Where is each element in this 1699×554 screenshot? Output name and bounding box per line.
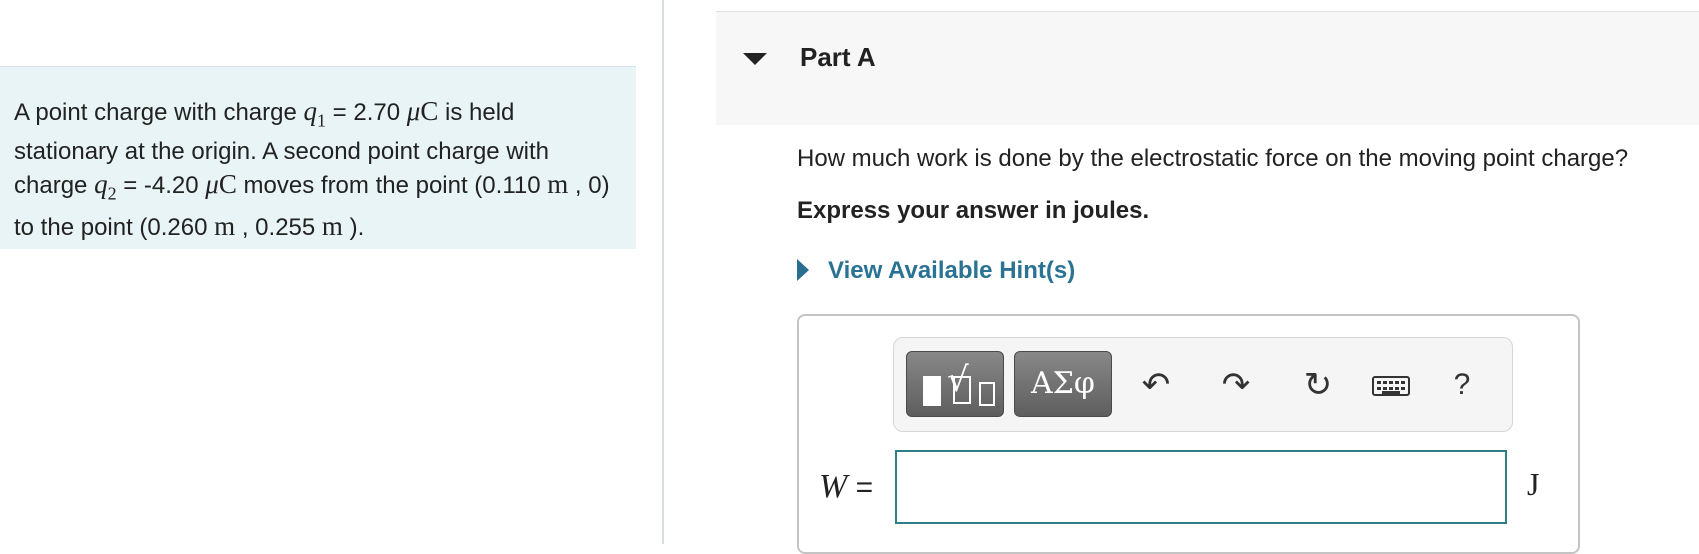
collapse-arrow-icon[interactable]: [743, 53, 767, 65]
answer-unit-label: J: [1527, 466, 1540, 502]
problem-text: A point charge with charge: [14, 99, 304, 126]
answer-input[interactable]: [895, 450, 1507, 524]
redo-icon[interactable]: ↷: [1214, 360, 1258, 410]
greek-symbols-button[interactable]: ΑΣφ: [1014, 351, 1112, 417]
charge-unit: μC: [205, 169, 237, 200]
q2-symbol: q2: [94, 169, 117, 204]
problem-statement: A point charge with charge q1 = 2.70 μC …: [0, 66, 636, 249]
undo-icon[interactable]: ↶: [1134, 360, 1178, 410]
meter-unit: m: [214, 210, 236, 241]
sqrt-icon: √: [947, 360, 969, 400]
greek-label: ΑΣφ: [1031, 366, 1095, 401]
meter-unit: m: [547, 169, 569, 200]
answer-variable-label: W =: [819, 468, 874, 505]
view-hints-link[interactable]: View Available Hint(s): [828, 257, 1075, 285]
q1-symbol: q1: [303, 96, 327, 131]
charge-unit: μC: [406, 96, 439, 126]
answer-instruction: Express your answer in joules.: [797, 197, 1150, 224]
keyboard-icon[interactable]: [1362, 360, 1426, 410]
math-toolbar: √ ΑΣφ ↶ ↷ ↻ ?: [893, 337, 1513, 432]
part-a-header[interactable]: Part A: [716, 11, 1699, 125]
part-title: Part A: [800, 42, 876, 72]
meter-unit: m: [321, 210, 343, 241]
question-text: How much work is done by the electrostat…: [797, 145, 1629, 172]
hint-expand-icon[interactable]: [797, 259, 809, 281]
template-block-icon: [923, 376, 941, 406]
help-icon[interactable]: ?: [1440, 360, 1484, 410]
template-box-icon: [979, 382, 995, 406]
column-divider: [662, 0, 664, 544]
templates-button[interactable]: √: [906, 351, 1004, 417]
reset-icon[interactable]: ↻: [1296, 360, 1340, 410]
